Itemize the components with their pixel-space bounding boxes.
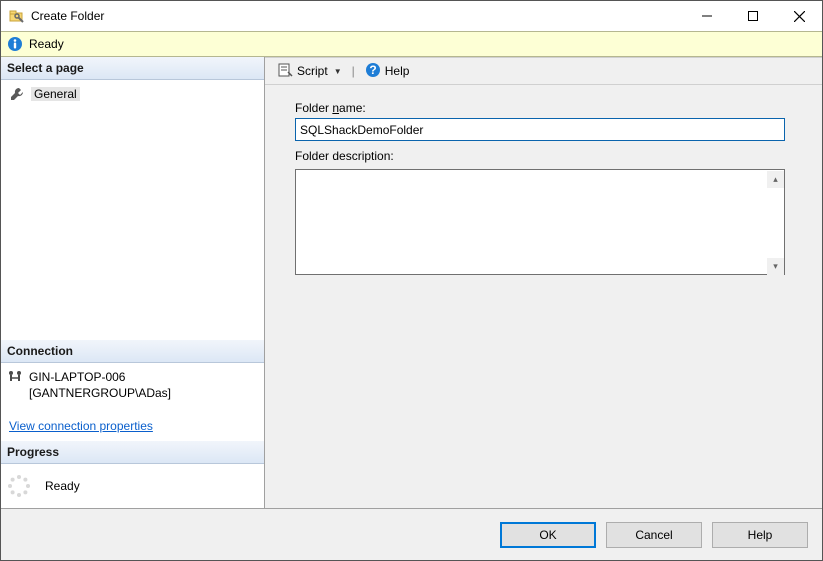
connection-server: GIN-LAPTOP-006 bbox=[29, 369, 171, 385]
left-pane: Select a page General Connection bbox=[1, 57, 265, 508]
ok-button[interactable]: OK bbox=[500, 522, 596, 548]
script-label: Script bbox=[297, 64, 328, 78]
scroll-down-button[interactable]: ▾ bbox=[767, 258, 784, 275]
connection-header: Connection bbox=[1, 340, 264, 363]
folder-name-input[interactable] bbox=[295, 118, 785, 141]
page-item-general[interactable]: General bbox=[5, 84, 260, 104]
maximize-icon bbox=[748, 11, 758, 21]
help-toolbar-label: Help bbox=[385, 64, 410, 78]
status-text: Ready bbox=[29, 37, 64, 51]
window-title: Create Folder bbox=[31, 9, 104, 23]
script-icon bbox=[277, 62, 293, 81]
progress-header: Progress bbox=[1, 441, 264, 464]
titlebar: Create Folder bbox=[1, 1, 822, 31]
cancel-button[interactable]: Cancel bbox=[606, 522, 702, 548]
folder-wrench-icon bbox=[9, 8, 25, 24]
minimize-icon bbox=[702, 11, 712, 21]
server-icon bbox=[7, 370, 23, 386]
toolbar: Script ▼ | ? Help bbox=[265, 57, 822, 85]
minimize-button[interactable] bbox=[684, 1, 730, 31]
chevron-down-icon: ▼ bbox=[334, 67, 342, 76]
connection-text: GIN-LAPTOP-006 [GANTNERGROUP\ADas] bbox=[29, 369, 171, 401]
connection-user: [GANTNERGROUP\ADas] bbox=[29, 385, 171, 401]
form-area: Folder name: Folder description: ▴ ▾ bbox=[265, 85, 822, 294]
progress-section: Progress Ready bbox=[1, 441, 264, 508]
view-connection-properties-link[interactable]: View connection properties bbox=[9, 419, 153, 433]
maximize-button[interactable] bbox=[730, 1, 776, 31]
close-icon bbox=[794, 11, 805, 22]
select-page-header: Select a page bbox=[1, 57, 264, 80]
connection-section: Connection GIN-LAPTOP-006 [GANTNERGROUP\… bbox=[1, 340, 264, 441]
help-toolbar-button[interactable]: ? Help bbox=[361, 60, 414, 83]
wrench-icon bbox=[9, 86, 25, 102]
progress-spinner-icon bbox=[7, 474, 31, 498]
help-icon: ? bbox=[365, 62, 381, 81]
progress-status: Ready bbox=[45, 479, 80, 493]
page-item-label: General bbox=[31, 87, 80, 101]
svg-text:?: ? bbox=[369, 63, 376, 77]
create-folder-dialog: Create Folder Ready Select a page Ge bbox=[0, 0, 823, 561]
right-pane: Script ▼ | ? Help Folder name: Folder de… bbox=[265, 57, 822, 508]
folder-name-label: Folder name: bbox=[295, 101, 792, 115]
info-icon bbox=[7, 36, 23, 52]
close-button[interactable] bbox=[776, 1, 822, 31]
scroll-up-button[interactable]: ▴ bbox=[767, 171, 784, 188]
button-bar: OK Cancel Help bbox=[1, 508, 822, 560]
folder-description-textarea[interactable] bbox=[295, 169, 785, 275]
script-button[interactable]: Script ▼ bbox=[273, 60, 346, 83]
help-button[interactable]: Help bbox=[712, 522, 808, 548]
status-bar: Ready bbox=[1, 31, 822, 57]
folder-description-label: Folder description: bbox=[295, 149, 792, 163]
toolbar-separator: | bbox=[352, 64, 355, 78]
page-list: General bbox=[1, 80, 264, 104]
body-area: Select a page General Connection bbox=[1, 57, 822, 508]
